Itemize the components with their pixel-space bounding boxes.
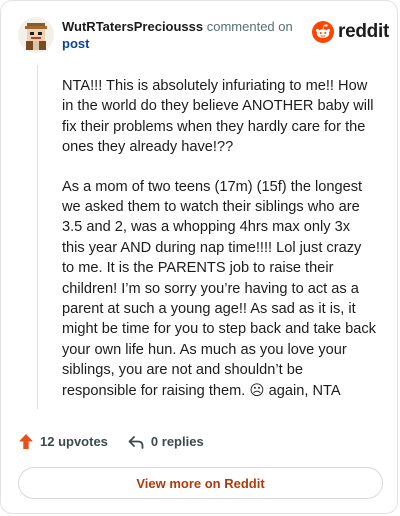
reddit-alien-icon bbox=[312, 21, 334, 43]
pixel-avatar-icon bbox=[25, 23, 47, 50]
upvote-group[interactable]: 12 upvotes bbox=[18, 433, 108, 450]
reddit-logo[interactable]: reddit bbox=[312, 21, 389, 43]
comment-body: NTA!!! This is absolutely infuriating to… bbox=[62, 76, 376, 420]
action-text: commented on bbox=[203, 19, 293, 34]
reddit-wordmark: reddit bbox=[338, 21, 389, 42]
avatar[interactable] bbox=[18, 17, 54, 53]
reply-group[interactable]: 0 replies bbox=[128, 434, 204, 449]
comment-paragraph-2: As a mom of two teens (17m) (15f) the lo… bbox=[62, 178, 376, 399]
reply-count: 0 replies bbox=[150, 434, 204, 449]
username-link[interactable]: WutRTatersPreciousss bbox=[62, 19, 203, 34]
upvote-count: 12 upvotes bbox=[40, 434, 108, 449]
comment-header: WutRTatersPreciousss commented on post bbox=[62, 18, 293, 52]
comment-footer: 12 upvotes 0 replies bbox=[18, 433, 204, 450]
post-link[interactable]: post bbox=[62, 36, 89, 51]
thread-line bbox=[37, 65, 38, 409]
view-more-button[interactable]: View more on Reddit bbox=[18, 467, 383, 499]
embedded-comment-card: WutRTatersPreciousss commented on post r… bbox=[0, 0, 398, 514]
comment-paragraph-1: NTA!!! This is absolutely infuriating to… bbox=[62, 78, 374, 156]
reply-arrow-icon[interactable] bbox=[128, 435, 144, 449]
upvote-arrow-icon[interactable] bbox=[18, 433, 34, 450]
